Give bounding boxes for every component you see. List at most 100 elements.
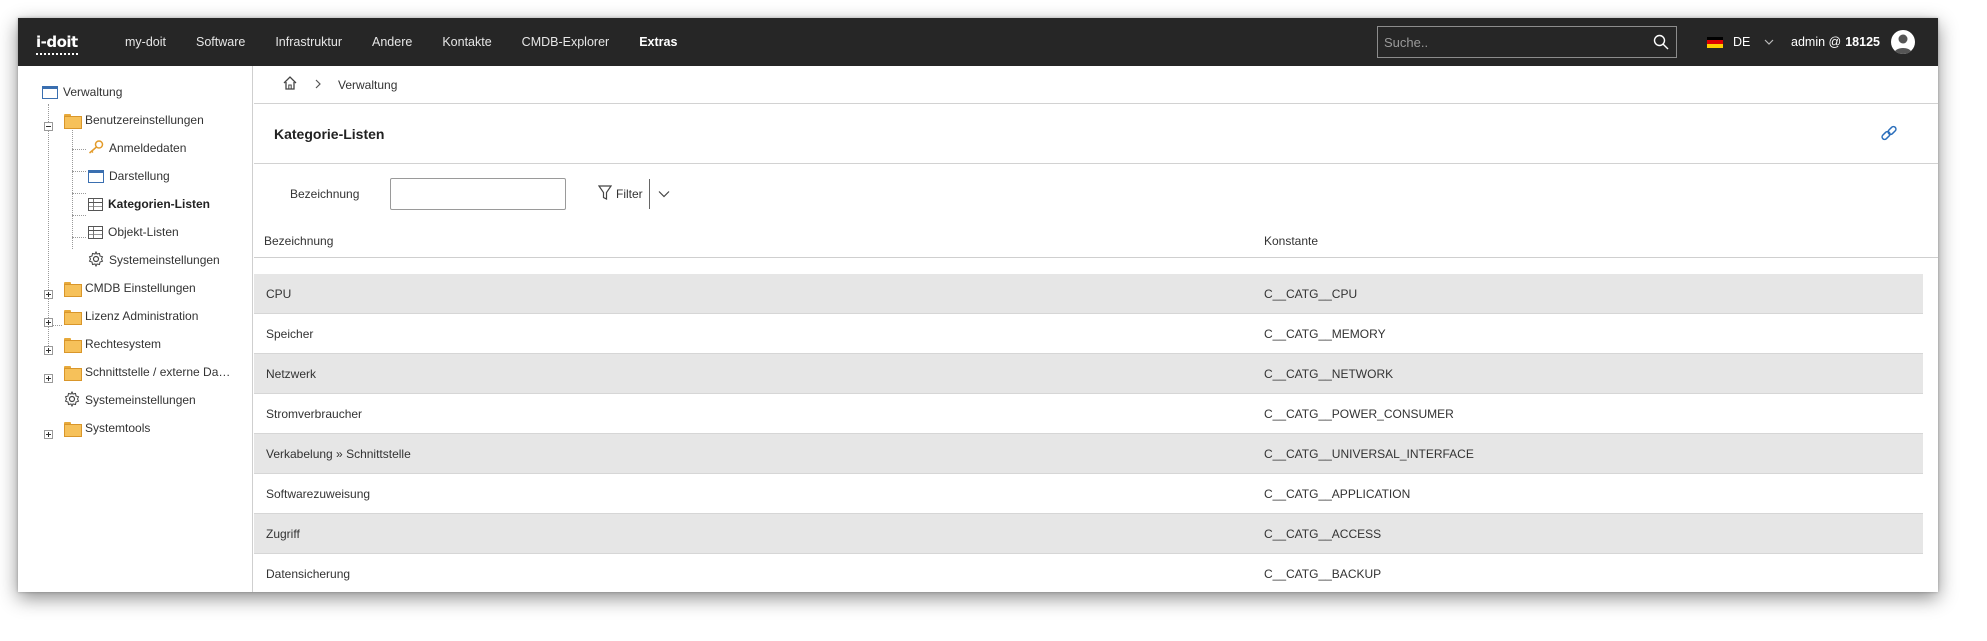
table-icon [88,197,103,211]
language-selector[interactable]: DE [1707,18,1774,66]
expand-toggle[interactable] [44,374,53,383]
main-content: Verwaltung Kategorie-Listen Bezeichnung … [254,66,1938,592]
table-row[interactable]: Datensicherung C__CATG__BACKUP [254,554,1923,592]
expand-toggle[interactable] [44,430,53,439]
tree-connector [72,215,86,216]
sidebar-item-schnittstelle[interactable]: Schnittstelle / externe Da… [64,361,230,383]
table-icon [88,225,103,239]
sidebar-item-darstellung[interactable]: Darstellung [88,165,170,187]
sidebar-item-kategorien-listen[interactable]: Kategorien-Listen [88,193,210,215]
folder-icon [64,421,82,437]
nav-item-software[interactable]: Software [181,18,260,66]
table-row[interactable]: Zugriff C__CATG__ACCESS [254,514,1923,554]
germany-flag-icon [1707,36,1723,48]
table-row[interactable]: Softwarezuweisung C__CATG__APPLICATION [254,474,1923,514]
sidebar-item-rechtesystem[interactable]: Rechtesystem [64,333,161,355]
funnel-icon [597,184,613,204]
breadcrumb: Verwaltung [254,66,1938,104]
key-icon [88,139,104,157]
sidebar-item-objekt-listen[interactable]: Objekt-Listen [88,221,179,243]
window-icon [42,85,58,99]
filter-bar: Bezeichnung Filter [254,164,1938,224]
cell-konstante: C__CATG__NETWORK [1264,367,1394,381]
cell-konstante: C__CATG__CPU [1264,287,1358,301]
cell-konstante: C__CATG__POWER_CONSUMER [1264,407,1454,421]
folder-icon [64,365,82,381]
logo[interactable]: i-doit [18,18,90,66]
cell-bezeichnung: CPU [266,287,292,301]
sidebar-item-anmeldedaten[interactable]: Anmeldedaten [88,137,186,159]
table-row[interactable]: CPU C__CATG__CPU [254,274,1923,314]
tree-connector [72,149,86,150]
user-menu[interactable]: admin @ 18125 [1791,18,1880,66]
filter-label: Bezeichnung [290,187,360,201]
nav-item-andere[interactable]: Andere [357,18,427,66]
user-name: admin @ [1791,35,1842,49]
cell-bezeichnung: Datensicherung [266,567,351,581]
nav-item-extras[interactable]: Extras [624,18,692,66]
sidebar-item-benutzereinstellungen[interactable]: Benutzereinstellungen [64,109,204,131]
filter-separator [648,179,650,209]
nav-item-cmdb-explorer[interactable]: CMDB-Explorer [507,18,625,66]
cell-konstante: C__CATG__BACKUP [1264,567,1382,581]
expand-toggle[interactable] [44,318,53,327]
filter-button-label: Filter [616,187,643,201]
search-icon[interactable] [1646,34,1676,50]
cell-konstante: C__CATG__UNIVERSAL_INTERFACE [1264,447,1474,461]
nav-item-infrastruktur[interactable]: Infrastruktur [260,18,357,66]
sidebar-item-systemtools[interactable]: Systemtools [64,417,150,439]
user-silhouette-icon [1894,34,1912,54]
link-icon[interactable] [1880,124,1898,145]
language-code: DE [1733,35,1751,49]
chevron-down-icon [658,191,670,198]
filter-input[interactable] [390,178,566,210]
gear-icon [64,390,80,410]
expand-toggle[interactable] [44,346,53,355]
avatar[interactable] [1891,30,1915,54]
table-row[interactable]: Speicher C__CATG__MEMORY [254,314,1923,354]
page-title: Kategorie-Listen [274,125,385,142]
chevron-right-icon [314,78,322,92]
app-window: i-doit my-doit Software Infrastruktur An… [18,18,1938,592]
tree-connector [72,126,73,249]
table-row[interactable]: Netzwerk C__CATG__NETWORK [254,354,1923,394]
cell-konstante: C__CATG__APPLICATION [1264,487,1411,501]
chevron-down-icon [1764,35,1774,49]
tree-connector [48,104,49,346]
global-search [1377,26,1677,58]
sidebar-tree: Verwaltung Benutzereinstellungen Anmelde… [18,66,253,592]
cell-bezeichnung: Netzwerk [266,367,317,381]
cell-bezeichnung: Softwarezuweisung [266,487,371,501]
nav-item-kontakte[interactable]: Kontakte [427,18,506,66]
filter-button[interactable]: Filter [597,179,643,209]
tree-connector [72,171,86,172]
nav-item-my-doit[interactable]: my-doit [110,18,181,66]
tenant-id: 18125 [1845,35,1880,49]
table-row[interactable]: Stromverbraucher C__CATG__POWER_CONSUMER [254,394,1923,434]
window-icon [88,169,104,183]
page-header: Kategorie-Listen [254,104,1938,164]
sidebar-item-systemeinstellungen[interactable]: Systemeinstellungen [88,249,220,271]
sidebar-item-verwaltung[interactable]: Verwaltung [42,81,122,103]
breadcrumb-current[interactable]: Verwaltung [338,78,397,92]
logo-text: i-doit [36,33,78,55]
gear-icon [88,250,104,270]
cell-konstante: C__CATG__ACCESS [1264,527,1382,541]
search-input[interactable] [1378,27,1646,57]
table-row[interactable]: Verkabelung » Schnittstelle C__CATG__UNI… [254,434,1923,474]
expand-toggle[interactable] [44,290,53,299]
filter-options-dropdown[interactable] [658,190,670,198]
sidebar-item-lizenz-administration[interactable]: Lizenz Administration [64,305,198,327]
sidebar-item-systemeinstellungen-global[interactable]: Systemeinstellungen [64,389,196,411]
collapse-toggle[interactable] [44,122,53,131]
table-body: CPU C__CATG__CPU Speicher C__CATG__MEMOR… [254,274,1923,592]
column-header-bezeichnung[interactable]: Bezeichnung [264,234,333,248]
home-icon[interactable] [282,75,298,94]
folder-icon [64,337,82,353]
sidebar-item-cmdb-einstellungen[interactable]: CMDB Einstellungen [64,277,196,299]
column-header-konstante[interactable]: Konstante [1264,234,1318,248]
cell-bezeichnung: Verkabelung » Schnittstelle [266,447,411,461]
cell-bezeichnung: Speicher [266,327,314,341]
folder-icon [64,281,82,297]
cell-konstante: C__CATG__MEMORY [1264,327,1386,341]
